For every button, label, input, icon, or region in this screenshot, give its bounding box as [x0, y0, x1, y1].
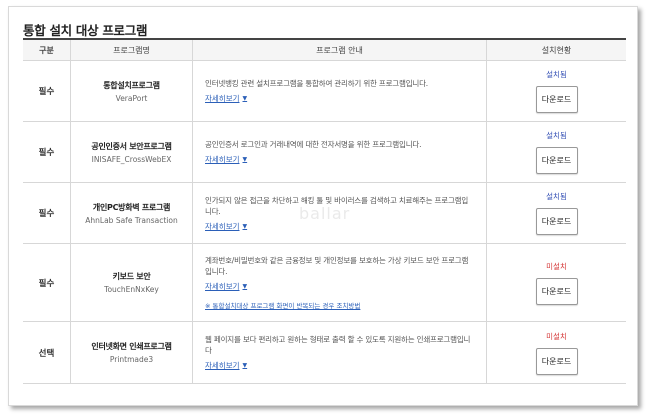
- caret-down-icon: ▼: [242, 222, 248, 230]
- download-button[interactable]: 다운로드: [535, 277, 578, 305]
- table-header: 구분 프로그램명 프로그램 안내 설치현황: [23, 40, 626, 61]
- category-label: 필수: [23, 183, 71, 243]
- program-name-cell: 인터넷화면 인쇄프로그램 Printmade3: [71, 322, 193, 383]
- install-panel: 통합 설치 대상 프로그램 구분 프로그램명 프로그램 안내 설치현황 필수 통…: [8, 6, 638, 406]
- program-info-cell: 공인인증서 로그인과 거래내역에 대한 전자서명을 위한 프로그램입니다. 자세…: [193, 122, 487, 182]
- program-description: 인터넷뱅킹 관련 설치프로그램을 통합하여 관리하기 위한 프로그램입니다.: [205, 79, 428, 88]
- program-name-ko: 공인인증서 보안프로그램: [91, 141, 172, 151]
- status-badge: 설치됨: [546, 192, 567, 201]
- header-program-name: 프로그램명: [71, 40, 193, 60]
- category-label: 필수: [23, 61, 71, 121]
- program-info-cell: 웹 페이지를 보다 편리하고 원하는 형태로 출력 할 수 있도록 지원하는 인…: [193, 322, 487, 383]
- more-details-label: 자세히보기: [205, 155, 240, 164]
- download-button[interactable]: 다운로드: [535, 347, 578, 375]
- watermark: ballar: [299, 204, 351, 223]
- download-button[interactable]: 다운로드: [535, 147, 578, 174]
- program-info-cell: 인터넷뱅킹 관련 설치프로그램을 통합하여 관리하기 위한 프로그램입니다. 자…: [193, 61, 487, 121]
- caret-down-icon: ▼: [242, 95, 248, 102]
- program-name-cell: 공인인증서 보안프로그램 INISAFE_CrossWebEX: [71, 122, 193, 182]
- program-name-ko: 키보드 보안: [112, 272, 151, 281]
- install-status-cell: 미설치 다운로드: [487, 322, 626, 383]
- header-category: 구분: [23, 40, 71, 60]
- install-status-cell: 설치됨 다운로드: [487, 183, 626, 243]
- status-badge: 미설치: [546, 331, 567, 341]
- program-name-ko: 개인PC방화벽 프로그램: [92, 202, 171, 212]
- program-name-en: INISAFE_CrossWebEX: [91, 154, 172, 164]
- more-details-label: 자세히보기: [205, 361, 240, 370]
- caret-down-icon: ▼: [242, 362, 248, 369]
- caret-down-icon: ▼: [242, 156, 248, 163]
- more-details-label: 자세히보기: [205, 221, 240, 231]
- program-info-cell: 계좌번호/비밀번호와 같은 금융정보 및 개인정보를 보호하는 가상 키보드 보…: [193, 244, 487, 321]
- status-badge: 설치됨: [546, 70, 567, 79]
- program-name-ko: 통합설치프로그램: [103, 80, 160, 90]
- status-badge: 미설치: [546, 261, 567, 271]
- category-label: 필수: [23, 244, 71, 321]
- repeat-screen-help-link[interactable]: ※ 통합설치대상 프로그램 화면이 반복되는 경우 조치방법: [205, 300, 474, 310]
- status-badge: 설치됨: [546, 131, 567, 140]
- more-details-link[interactable]: 자세히보기 ▼: [205, 93, 247, 104]
- program-description: 웹 페이지를 보다 편리하고 원하는 형태로 출력 할 수 있도록 지원하는 인…: [205, 335, 471, 355]
- more-details-label: 자세히보기: [205, 282, 240, 291]
- caret-down-icon: ▼: [242, 283, 248, 290]
- program-name-cell: 키보드 보안 TouchEnNxKey: [71, 244, 193, 321]
- program-description: 공인인증서 로그인과 거래내역에 대한 전자서명을 위한 프로그램입니다.: [205, 140, 422, 149]
- program-name-en: AhnLab Safe Transaction: [85, 215, 178, 225]
- table-row: 선택 인터넷화면 인쇄프로그램 Printmade3 웹 페이지를 보다 편리하…: [23, 322, 626, 384]
- more-details-label: 자세히보기: [205, 94, 240, 103]
- program-name-en: Printmade3: [109, 355, 154, 364]
- download-button[interactable]: 다운로드: [535, 86, 578, 113]
- table-row: 필수 통합설치프로그램 VeraPort 인터넷뱅킹 관련 설치프로그램을 통합…: [23, 61, 626, 122]
- program-name-ko: 인터넷화면 인쇄프로그램: [91, 342, 172, 351]
- table-row: 필수 공인인증서 보안프로그램 INISAFE_CrossWebEX 공인인증서…: [23, 122, 626, 183]
- download-button[interactable]: 다운로드: [535, 208, 578, 235]
- program-name-en: VeraPort: [115, 93, 148, 103]
- program-name-cell: 통합설치프로그램 VeraPort: [71, 61, 193, 121]
- table-row: 필수 키보드 보안 TouchEnNxKey 계좌번호/비밀번호와 같은 금융정…: [23, 244, 626, 322]
- page-title: 통합 설치 대상 프로그램: [23, 23, 148, 38]
- header-install-status: 설치현황: [541, 45, 572, 55]
- program-name-en: TouchEnNxKey: [104, 285, 159, 294]
- install-status-cell: 설치됨 다운로드: [487, 61, 626, 121]
- more-details-link[interactable]: 자세히보기 ▼: [205, 281, 247, 292]
- more-details-link[interactable]: 자세히보기 ▼: [205, 360, 247, 371]
- program-description: 계좌번호/비밀번호와 같은 금융정보 및 개인정보를 보호하는 가상 키보드 보…: [205, 256, 469, 276]
- install-status-cell: 설치됨 다운로드: [487, 122, 626, 182]
- program-name-cell: 개인PC방화벽 프로그램 AhnLab Safe Transaction: [71, 183, 193, 243]
- category-label: 선택: [23, 322, 71, 383]
- category-label: 필수: [23, 122, 71, 182]
- more-details-link[interactable]: 자세히보기 ▼: [205, 154, 247, 165]
- header-program-info: 프로그램 안내: [193, 40, 487, 60]
- more-details-link[interactable]: 자세히보기 ▼: [205, 221, 247, 232]
- install-status-cell: 미설치 다운로드: [487, 244, 626, 321]
